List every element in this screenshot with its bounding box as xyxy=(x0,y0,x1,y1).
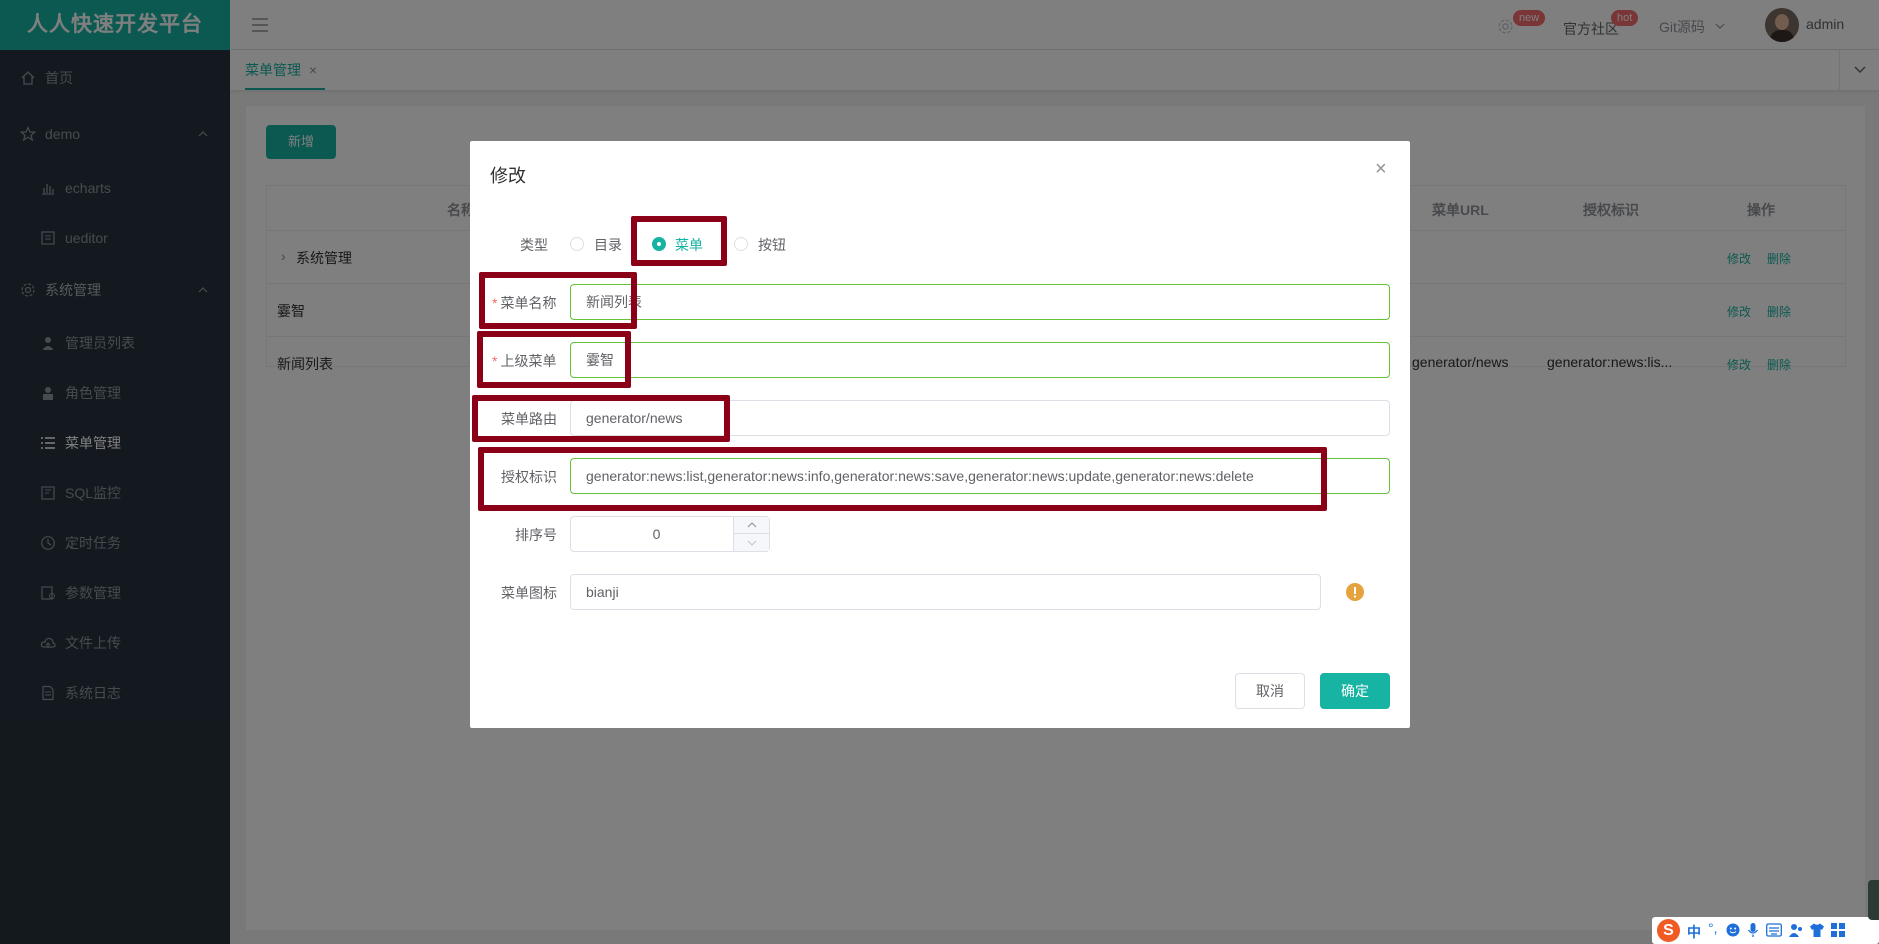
parent-menu-label: * 上级菜单 xyxy=(492,353,557,369)
menu-icon-label: 菜单图标 xyxy=(501,585,557,601)
menu-name-label: * 菜单名称 xyxy=(492,295,557,311)
cancel-button[interactable]: 取消 xyxy=(1235,673,1305,709)
close-icon[interactable]: × xyxy=(1375,158,1387,181)
sogou-icon[interactable]: S xyxy=(1657,919,1680,942)
radio-button[interactable] xyxy=(734,237,748,251)
menu-icon-input[interactable]: bianji xyxy=(570,574,1321,610)
menu-name-input[interactable]: 新闻列表 xyxy=(570,284,1390,320)
users-icon[interactable] xyxy=(1788,922,1804,938)
chevron-down-icon xyxy=(747,540,757,546)
edit-dialog: 修改 × 类型 目录 菜单 按钮 * 菜单名称 新闻列表 * 上级菜单 霎智 菜单路… xyxy=(470,141,1410,728)
perms-label: 授权标识 xyxy=(501,469,557,485)
keyboard-icon[interactable] xyxy=(1766,923,1782,937)
edge-widget[interactable] xyxy=(1868,880,1879,920)
emoji-icon[interactable] xyxy=(1726,923,1740,937)
grid-menu-icon[interactable] xyxy=(1830,922,1846,938)
warning-icon[interactable] xyxy=(1346,583,1364,601)
parent-menu-input[interactable]: 霎智 xyxy=(570,342,1390,378)
menu-route-input[interactable]: generator/news xyxy=(570,400,1390,436)
increase-button[interactable] xyxy=(733,517,769,534)
ime-toolbar[interactable]: S 中 °, xyxy=(1652,917,1879,944)
menu-route-label: 菜单路由 xyxy=(501,411,557,427)
decrease-button[interactable] xyxy=(733,534,769,551)
radio-directory[interactable] xyxy=(570,237,584,251)
radio-menu[interactable] xyxy=(652,237,666,251)
chevron-up-icon xyxy=(747,522,757,528)
perms-input[interactable]: generator:news:list,generator:news:info,… xyxy=(570,458,1390,494)
confirm-button[interactable]: 确定 xyxy=(1320,673,1390,709)
skin-shirt-icon[interactable] xyxy=(1809,922,1825,938)
order-label: 排序号 xyxy=(515,527,557,543)
microphone-icon[interactable] xyxy=(1747,922,1759,938)
dialog-title: 修改 xyxy=(490,166,526,186)
ime-chinese-icon[interactable]: 中 xyxy=(1687,922,1701,942)
type-label: 类型 xyxy=(520,237,548,253)
ime-punct-icon[interactable]: °, xyxy=(1708,920,1718,936)
